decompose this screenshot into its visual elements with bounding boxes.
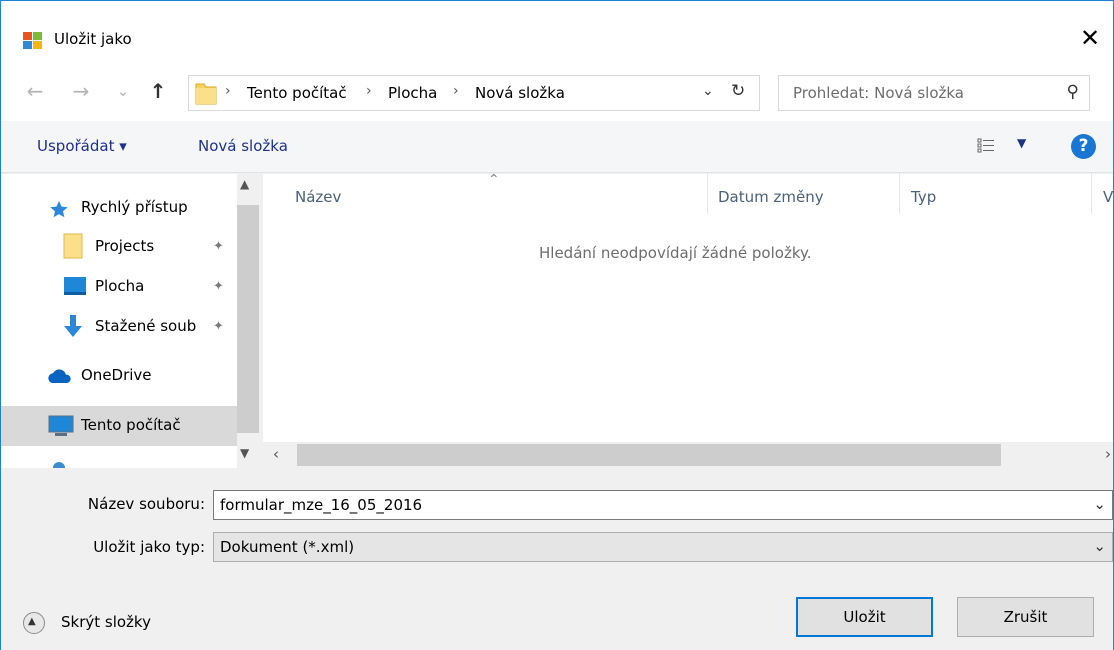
column-divider[interactable]	[1091, 174, 1092, 214]
cloud-icon	[48, 369, 71, 383]
filename-label: Název souboru:	[87, 495, 205, 513]
nav-label: Rychlý přístup	[81, 198, 188, 216]
scroll-right-icon[interactable]: ›	[1105, 445, 1111, 463]
file-list: ⌃ Název Datum změny Typ V Hledání neodpo…	[263, 172, 1113, 468]
column-divider[interactable]	[707, 174, 708, 214]
sort-ascending-icon: ⌃	[488, 172, 500, 188]
up-arrow-icon: ↑	[149, 79, 167, 103]
pin-icon: ✦	[213, 279, 224, 294]
back-arrow-icon: ←	[26, 79, 44, 103]
column-header-name[interactable]: Název	[295, 188, 341, 206]
close-icon: ✕	[1079, 24, 1101, 52]
nav-item-desktop[interactable]: Plocha ✦	[1, 267, 237, 307]
forward-arrow-icon: →	[72, 79, 90, 103]
view-options-icon[interactable]	[977, 137, 995, 155]
back-button[interactable]: ←	[23, 79, 47, 103]
up-button[interactable]: ↑	[146, 79, 170, 103]
breadcrumb-separator: ›	[453, 83, 459, 99]
file-list-scrollbar[interactable]: ‹ ›	[263, 442, 1113, 468]
chevron-up-icon: ▲	[28, 616, 36, 627]
nav-label: Stažené soub	[95, 317, 197, 335]
organize-button[interactable]: Uspořádat ▾	[37, 137, 127, 155]
forward-button[interactable]: →	[69, 79, 93, 103]
nav-item-this-pc[interactable]: Tento počítač	[1, 406, 237, 446]
nav-label: OneDrive	[81, 366, 152, 384]
star-icon	[50, 201, 68, 218]
computer-icon	[48, 415, 74, 436]
nav-label: Projects	[95, 237, 155, 255]
command-bar: Uspořádat ▾ Nová složka ▼ ?	[1, 121, 1113, 173]
folder-icon	[63, 233, 83, 259]
app-icon	[23, 32, 42, 49]
chevron-down-icon: ⌄	[116, 82, 130, 100]
address-bar[interactable]: › Tento počítač › Plocha › Nová složka ⌄…	[188, 75, 760, 111]
column-header-date-modified[interactable]: Datum změny	[718, 188, 824, 206]
refresh-icon[interactable]: ↻	[731, 81, 745, 101]
chevron-down-icon[interactable]: ⌄	[1093, 537, 1106, 555]
search-placeholder: Prohledat: Nová složka	[793, 84, 964, 102]
nav-item-quick-access[interactable]: Rychlý přístup	[1, 188, 237, 228]
hide-folders-toggle[interactable]: ▲	[23, 612, 45, 634]
download-icon	[64, 315, 82, 337]
hide-folders-label[interactable]: Skrýt složky	[61, 613, 151, 631]
breadcrumb-separator: ›	[225, 83, 231, 99]
folder-icon	[195, 83, 217, 105]
desktop-icon	[64, 277, 86, 295]
filename-field[interactable]: formular_mze_16_05_2016 ⌄	[213, 490, 1113, 520]
nav-label: Tento počítač	[81, 416, 181, 434]
scroll-up-icon[interactable]: ▲	[240, 177, 249, 191]
file-type-select[interactable]: Dokument (*.xml) ⌄	[213, 532, 1113, 562]
recent-locations-button[interactable]: ⌄	[111, 79, 135, 103]
address-row: ← → ⌄ ↑ › Tento počítač › Plocha › Nová …	[1, 61, 1113, 121]
column-header-type[interactable]: Typ	[911, 188, 936, 206]
column-divider[interactable]	[899, 174, 900, 214]
new-folder-button[interactable]: Nová složka	[198, 137, 288, 155]
search-input[interactable]: Prohledat: Nová složka ⚲	[778, 75, 1090, 111]
help-icon[interactable]: ?	[1071, 134, 1096, 159]
breadcrumb-desktop[interactable]: Plocha	[388, 84, 437, 102]
breadcrumb-separator: ›	[366, 83, 372, 99]
pin-icon: ✦	[213, 319, 224, 334]
network-icon	[53, 462, 65, 468]
search-icon[interactable]: ⚲	[1067, 82, 1079, 102]
cancel-button[interactable]: Zrušit	[957, 597, 1094, 637]
scroll-down-icon[interactable]: ▼	[240, 446, 249, 460]
column-header-size[interactable]: V	[1103, 188, 1113, 206]
view-dropdown-icon[interactable]: ▼	[1017, 136, 1026, 150]
save-button[interactable]: Uložit	[796, 597, 933, 637]
breadcrumb-this-pc[interactable]: Tento počítač	[247, 84, 347, 102]
scroll-left-icon[interactable]: ‹	[273, 445, 279, 463]
file-type-label: Uložit jako typ:	[93, 538, 205, 556]
nav-label: Plocha	[95, 277, 145, 295]
nav-item-projects[interactable]: Projects ✦	[1, 227, 237, 267]
file-type-value: Dokument (*.xml)	[220, 538, 355, 556]
pin-icon: ✦	[213, 239, 224, 254]
scroll-thumb[interactable]	[297, 444, 1001, 466]
window-title: Uložit jako	[54, 30, 132, 48]
nav-item-onedrive[interactable]: OneDrive	[1, 356, 237, 396]
chevron-down-icon[interactable]: ⌄	[1093, 495, 1106, 513]
breadcrumb-new-folder[interactable]: Nová složka	[475, 84, 565, 102]
nav-scrollbar[interactable]: ▲ ▼	[237, 174, 263, 468]
scroll-thumb[interactable]	[237, 205, 259, 433]
title-bar: Uložit jako ✕	[1, 1, 1113, 61]
save-as-dialog: Uložit jako ✕ ← → ⌄ ↑ › Tento počítač › …	[0, 0, 1114, 650]
navigation-pane: Rychlý přístup Projects ✦ Plocha ✦ Staže…	[1, 174, 263, 468]
empty-list-message: Hledání neodpovídají žádné položky.	[539, 244, 812, 262]
filename-value: formular_mze_16_05_2016	[220, 496, 423, 514]
close-button[interactable]: ✕	[1067, 16, 1113, 60]
nav-item-downloads[interactable]: Stažené soub ✦	[1, 307, 237, 347]
address-dropdown-icon[interactable]: ⌄	[702, 83, 714, 99]
